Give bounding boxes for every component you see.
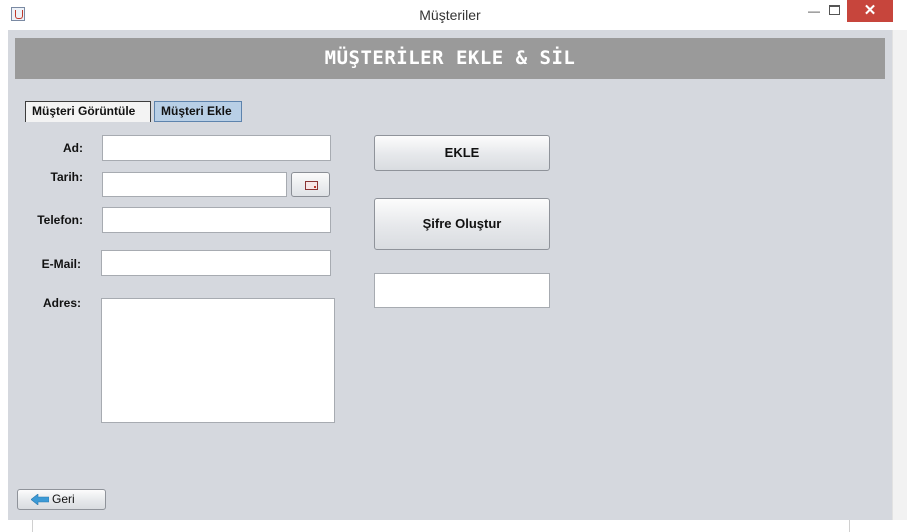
tarih-field[interactable] xyxy=(102,172,287,197)
window-side-strip xyxy=(892,30,907,520)
back-button[interactable]: Geri xyxy=(17,489,106,510)
window-title: Müşteriler xyxy=(419,7,481,23)
ekle-button[interactable]: EKLE xyxy=(374,135,550,171)
window-bottom-strip xyxy=(0,520,907,532)
tarih-label: Tarih: xyxy=(50,170,83,184)
date-picker-button[interactable] xyxy=(291,172,330,197)
close-button[interactable]: ✕ xyxy=(847,0,893,22)
back-label: Geri xyxy=(52,492,75,506)
window-titlebar: Müşteriler — ✕ xyxy=(0,0,907,30)
ad-label: Ad: xyxy=(63,141,83,155)
tab-musteri-ekle[interactable]: Müşteri Ekle xyxy=(154,101,242,122)
sifre-olustur-button[interactable]: Şifre Oluştur xyxy=(374,198,550,250)
back-arrow-icon xyxy=(31,494,49,505)
tab-musteri-goruntule[interactable]: Müşteri Görüntüle xyxy=(25,101,151,122)
maximize-icon xyxy=(828,5,840,15)
ad-field[interactable] xyxy=(102,135,331,161)
adres-textarea[interactable] xyxy=(101,298,335,423)
email-label: E-Mail: xyxy=(41,257,81,271)
maximize-button[interactable] xyxy=(822,0,846,22)
telefon-field[interactable] xyxy=(102,207,331,233)
page-title: MÜŞTERİLER EKLE & SİL xyxy=(15,38,885,79)
calendar-icon xyxy=(305,181,318,190)
adres-label: Adres: xyxy=(42,296,81,310)
telefon-label: Telefon: xyxy=(37,213,83,227)
email-field[interactable] xyxy=(101,250,331,276)
sifre-output-field[interactable] xyxy=(374,273,550,308)
main-panel: MÜŞTERİLER EKLE & SİL Müşteri Görüntüle … xyxy=(8,30,892,520)
